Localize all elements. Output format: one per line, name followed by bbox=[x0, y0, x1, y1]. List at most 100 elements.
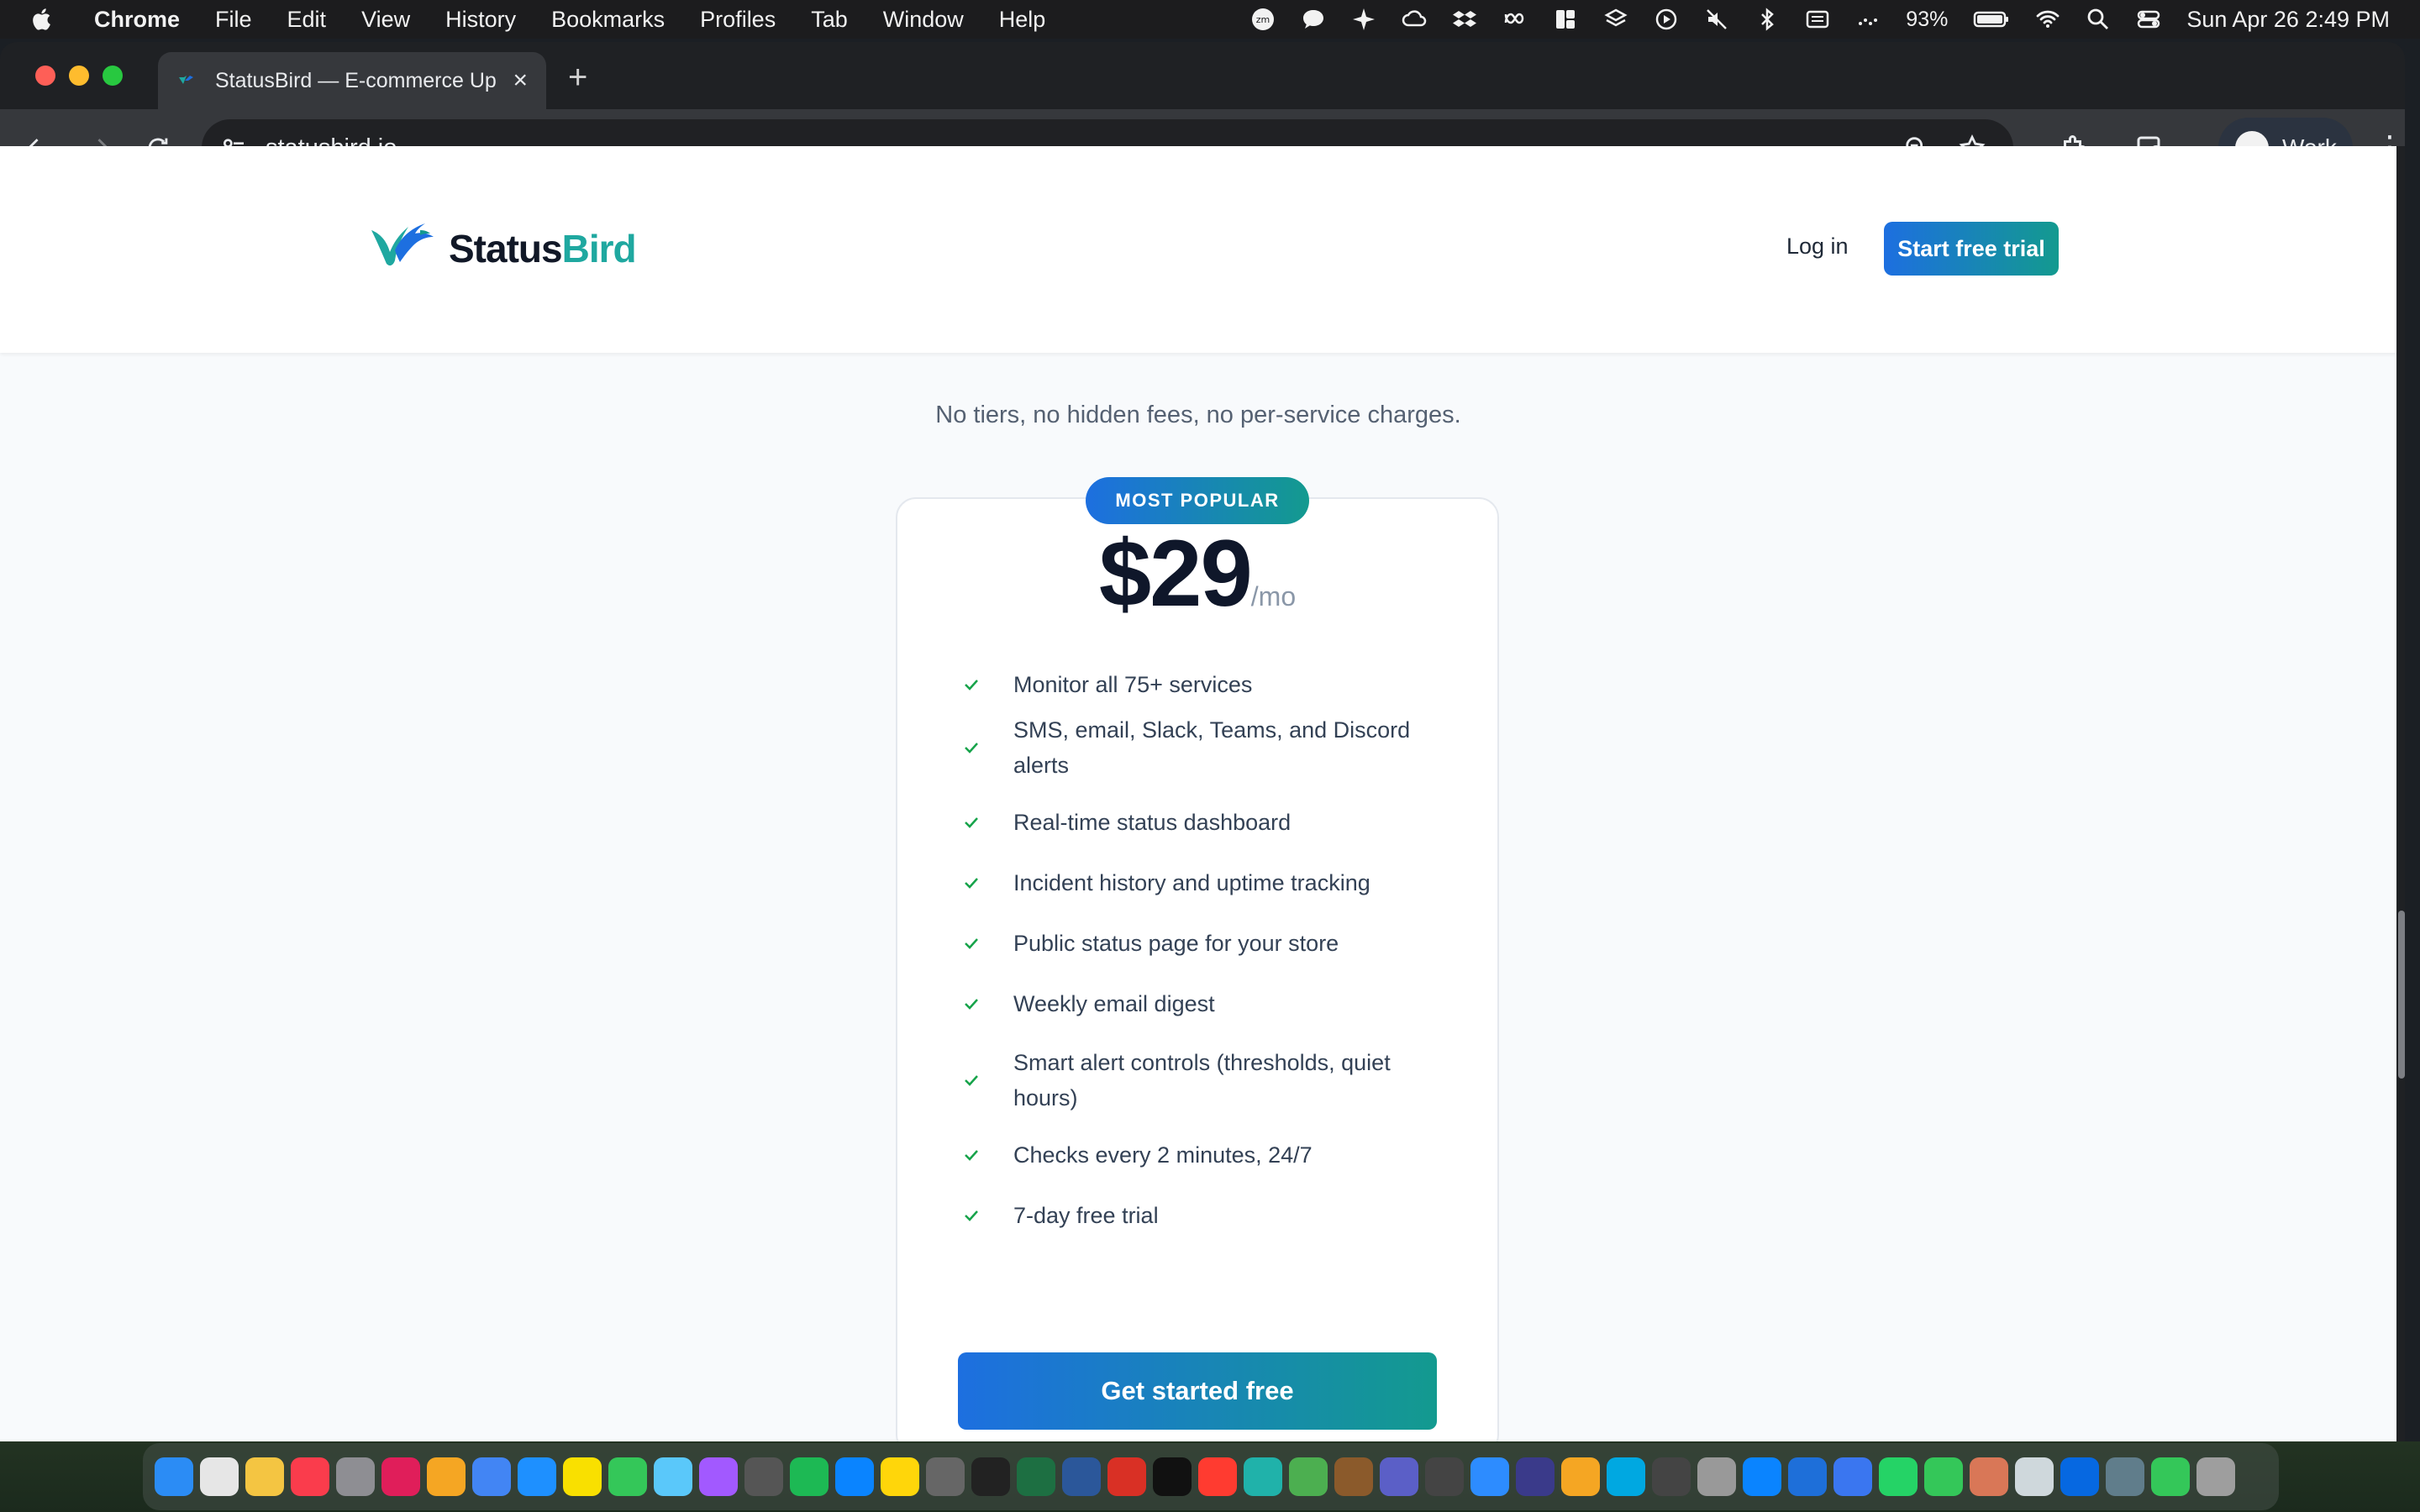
apple-menu-icon[interactable] bbox=[30, 7, 64, 32]
check-icon bbox=[958, 1142, 985, 1168]
menu-bar-clock[interactable]: Sun Apr 26 2:49 PM bbox=[2186, 7, 2390, 33]
tab-statusbird[interactable]: StatusBird — E-commerce Up × bbox=[158, 52, 546, 109]
check-icon bbox=[958, 1202, 985, 1229]
spotify-icon[interactable] bbox=[790, 1457, 829, 1496]
statusbird-favicon-icon bbox=[179, 76, 193, 84]
help-icon[interactable] bbox=[1425, 1457, 1464, 1496]
wifi-icon[interactable] bbox=[2035, 7, 2060, 32]
trash-icon[interactable] bbox=[2196, 1457, 2235, 1496]
messages-icon[interactable] bbox=[1924, 1457, 1963, 1496]
close-window-button[interactable] bbox=[35, 66, 55, 86]
finder-icon[interactable] bbox=[155, 1457, 193, 1496]
play-circle-icon[interactable] bbox=[1654, 7, 1679, 32]
input-source-icon[interactable] bbox=[1805, 7, 1830, 32]
photos-icon[interactable] bbox=[427, 1457, 466, 1496]
zoom-window-button[interactable] bbox=[103, 66, 123, 86]
menu-view[interactable]: View bbox=[361, 7, 410, 33]
podcasts-icon[interactable] bbox=[699, 1457, 738, 1496]
chrome-icon[interactable] bbox=[472, 1457, 511, 1496]
statusbird-logo[interactable]: StatusBird bbox=[370, 218, 637, 279]
mongodb-icon[interactable] bbox=[1289, 1457, 1328, 1496]
scrollbar-thumb[interactable] bbox=[2398, 911, 2405, 1079]
price-period: /mo bbox=[1250, 581, 1297, 612]
page-scrollbar[interactable] bbox=[2396, 146, 2405, 1441]
cloud-sync-icon[interactable] bbox=[1402, 7, 1427, 32]
check-icon bbox=[958, 869, 985, 896]
control-center-icon[interactable] bbox=[2136, 7, 2161, 32]
brand-name: StatusBird bbox=[449, 227, 637, 270]
xcode-icon[interactable] bbox=[1788, 1457, 1827, 1496]
menu-profiles[interactable]: Profiles bbox=[700, 7, 776, 33]
quicktime-icon[interactable] bbox=[654, 1457, 692, 1496]
menu-edit[interactable]: Edit bbox=[287, 7, 327, 33]
leaf-icon[interactable] bbox=[1334, 1457, 1373, 1496]
check-icon bbox=[958, 734, 985, 761]
teams-icon[interactable] bbox=[1380, 1457, 1418, 1496]
numbers-icon[interactable] bbox=[2151, 1457, 2190, 1496]
sparkle-icon[interactable] bbox=[1351, 7, 1376, 32]
music-icon[interactable] bbox=[291, 1457, 329, 1496]
window-layout-icon[interactable] bbox=[1553, 7, 1578, 32]
bluetooth-icon[interactable] bbox=[1754, 7, 1780, 32]
dots-icon[interactable] bbox=[1855, 7, 1881, 32]
notes-icon[interactable] bbox=[245, 1457, 284, 1496]
start-free-trial-button[interactable]: Start free trial bbox=[1884, 222, 2059, 276]
appletv-icon[interactable] bbox=[1153, 1457, 1192, 1496]
menu-file[interactable]: File bbox=[215, 7, 252, 33]
menu-bookmarks[interactable]: Bookmarks bbox=[551, 7, 665, 33]
primevideo-icon[interactable] bbox=[1607, 1457, 1645, 1496]
get-started-button[interactable]: Get started free bbox=[958, 1352, 1437, 1430]
zoom-icon[interactable] bbox=[1470, 1457, 1509, 1496]
log-in-link[interactable]: Log in bbox=[1786, 234, 1849, 260]
safari-icon[interactable] bbox=[518, 1457, 556, 1496]
perplexity-icon[interactable] bbox=[1244, 1457, 1282, 1496]
pages-icon[interactable] bbox=[1561, 1457, 1600, 1496]
terminal-icon[interactable] bbox=[971, 1457, 1010, 1496]
list-item: Weekly email digest bbox=[958, 986, 1462, 1021]
slack-icon[interactable] bbox=[381, 1457, 420, 1496]
display-icon[interactable] bbox=[2106, 1457, 2144, 1496]
close-tab-icon[interactable]: × bbox=[513, 66, 528, 95]
meta-icon[interactable] bbox=[1502, 7, 1528, 32]
menu-window[interactable]: Window bbox=[883, 7, 964, 33]
list-item: Real-time status dashboard bbox=[958, 805, 1462, 840]
tab-title: StatusBird — E-commerce Up bbox=[215, 68, 497, 92]
zoom-status-icon[interactable]: zm bbox=[1250, 7, 1276, 32]
davinci-icon[interactable] bbox=[744, 1457, 783, 1496]
settings-icon[interactable] bbox=[336, 1457, 375, 1496]
files-icon[interactable] bbox=[1743, 1457, 1781, 1496]
kakaotalk-icon[interactable] bbox=[563, 1457, 602, 1496]
mirror-icon[interactable] bbox=[1697, 1457, 1736, 1496]
preview-icon[interactable] bbox=[2015, 1457, 2054, 1496]
svg-text:zm: zm bbox=[1256, 14, 1270, 25]
notes2-icon[interactable] bbox=[881, 1457, 919, 1496]
pricing-subtitle: No tiers, no hidden fees, no per-service… bbox=[935, 402, 1461, 428]
menu-history[interactable]: History bbox=[445, 7, 516, 33]
arc-icon[interactable] bbox=[1516, 1457, 1555, 1496]
power-icon[interactable] bbox=[1198, 1457, 1237, 1496]
help2-icon[interactable] bbox=[1652, 1457, 1691, 1496]
word-icon[interactable] bbox=[1062, 1457, 1101, 1496]
meta-icon[interactable] bbox=[2060, 1457, 2099, 1496]
whatsapp-icon[interactable] bbox=[1879, 1457, 1918, 1496]
signal-icon[interactable] bbox=[1833, 1457, 1872, 1496]
claude-icon[interactable] bbox=[1970, 1457, 2008, 1496]
menu-app-name[interactable]: Chrome bbox=[94, 7, 180, 33]
battery-icon[interactable] bbox=[1973, 7, 2010, 32]
calculator-icon[interactable] bbox=[926, 1457, 965, 1496]
new-tab-icon[interactable]: + bbox=[568, 59, 587, 97]
launchpad-icon[interactable] bbox=[200, 1457, 239, 1496]
facetime-icon[interactable] bbox=[608, 1457, 647, 1496]
acrobat-icon[interactable] bbox=[1107, 1457, 1146, 1496]
menu-tab[interactable]: Tab bbox=[811, 7, 848, 33]
mute-icon[interactable] bbox=[1704, 7, 1729, 32]
menu-help[interactable]: Help bbox=[999, 7, 1046, 33]
appstore-icon[interactable] bbox=[835, 1457, 874, 1496]
excel-icon[interactable] bbox=[1017, 1457, 1055, 1496]
spotlight-search-icon[interactable] bbox=[2086, 7, 2111, 32]
layers-icon[interactable] bbox=[1603, 7, 1628, 32]
list-item: 7-day free trial bbox=[958, 1198, 1462, 1233]
dropbox-icon[interactable] bbox=[1452, 7, 1477, 32]
minimize-window-button[interactable] bbox=[69, 66, 89, 86]
chat-bubble-icon[interactable] bbox=[1301, 7, 1326, 32]
